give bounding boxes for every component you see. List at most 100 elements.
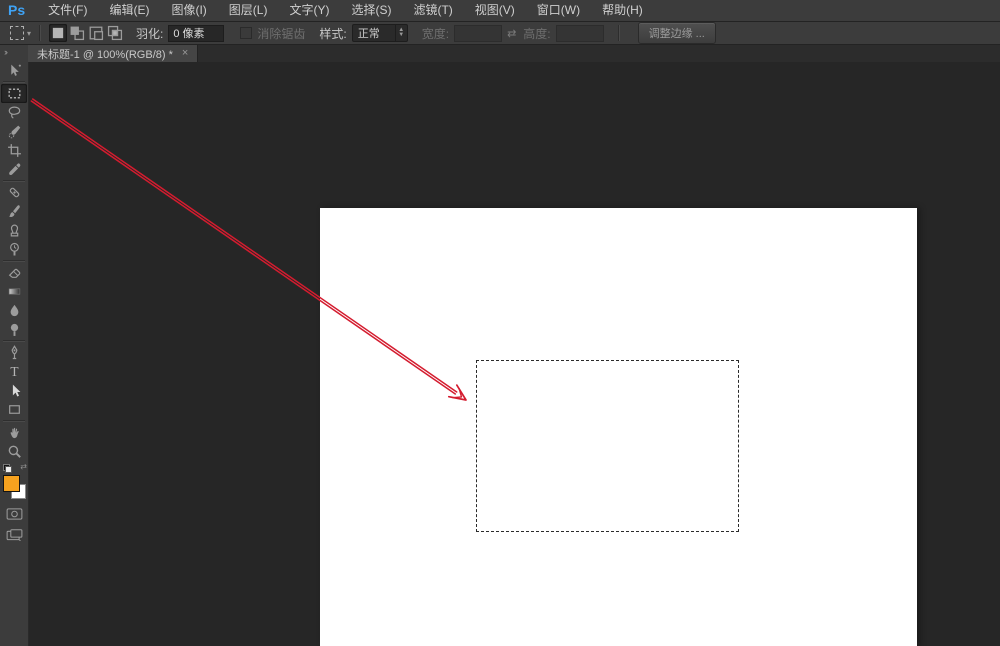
swap-colors-icon[interactable]: ⇄ xyxy=(20,462,27,471)
tool-gradient[interactable] xyxy=(1,282,27,301)
selection-mode-group xyxy=(49,24,124,42)
history-brush-icon xyxy=(7,242,22,257)
document-canvas[interactable] xyxy=(320,208,917,646)
subtract-from-selection-button[interactable] xyxy=(87,24,105,42)
menu-help[interactable]: 帮助(H) xyxy=(591,0,654,21)
quick-mask-button[interactable] xyxy=(1,505,27,523)
tool-rectangular-marquee[interactable] xyxy=(1,84,27,103)
foreground-color-swatch[interactable] xyxy=(3,475,20,492)
lasso-tool-icon xyxy=(7,105,22,120)
menu-image[interactable]: 图像(I) xyxy=(160,0,217,21)
tool-crop[interactable] xyxy=(1,141,27,160)
tool-options-bar: ▾ 羽化: 消除锯齿 样式: 正常 ▲▼ 宽度: ⇄ 高度: 调整边缘 ... xyxy=(0,22,1000,45)
color-control: ⇄ xyxy=(0,464,28,502)
style-dropdown[interactable]: 正常 ▲▼ xyxy=(352,24,408,42)
intersect-selection-icon xyxy=(106,24,124,42)
pen-tool-icon xyxy=(7,345,22,360)
intersect-selection-button[interactable] xyxy=(106,24,124,42)
antialias-checkbox[interactable] xyxy=(240,27,252,39)
crop-tool-icon xyxy=(7,143,22,158)
rectangle-shape-tool-icon xyxy=(7,402,22,417)
dodge-tool-icon xyxy=(7,322,22,337)
tool-lasso[interactable] xyxy=(1,103,27,122)
screen-mode-button[interactable] xyxy=(1,526,27,544)
menu-type[interactable]: 文字(Y) xyxy=(278,0,340,21)
add-to-selection-icon xyxy=(68,24,86,42)
add-to-selection-button[interactable] xyxy=(68,24,86,42)
quick-mask-icon xyxy=(6,508,23,520)
tools-divider xyxy=(3,81,25,83)
document-tab[interactable]: 未标题-1 @ 100%(RGB/8) * × xyxy=(28,45,198,62)
menu-window[interactable]: 窗口(W) xyxy=(526,0,591,21)
default-colors-icon[interactable] xyxy=(3,464,12,473)
menu-select[interactable]: 选择(S) xyxy=(340,0,402,21)
tool-spot-healing-brush[interactable] xyxy=(1,183,27,202)
tool-dodge[interactable] xyxy=(1,320,27,339)
width-label: 宽度: xyxy=(422,25,449,42)
tools-panel: ›› xyxy=(0,45,29,646)
close-icon[interactable]: × xyxy=(182,48,188,59)
new-selection-button[interactable] xyxy=(49,24,67,42)
brush-tool-icon xyxy=(7,204,22,219)
screen-mode-icon xyxy=(6,529,23,541)
width-input[interactable] xyxy=(454,25,502,42)
feather-label: 羽化: xyxy=(136,25,163,42)
menu-edit[interactable]: 编辑(E) xyxy=(98,0,160,21)
swap-dimensions-icon[interactable]: ⇄ xyxy=(507,27,516,40)
feather-input[interactable] xyxy=(168,25,224,42)
type-tool-icon: T xyxy=(7,364,22,379)
tool-blur[interactable] xyxy=(1,301,27,320)
tool-preset-picker[interactable]: ▾ xyxy=(10,26,31,40)
antialias-label: 消除锯齿 xyxy=(257,25,305,42)
height-label: 高度: xyxy=(523,25,550,42)
tool-quick-selection[interactable] xyxy=(1,122,27,141)
rectangular-marquee-icon xyxy=(7,86,22,101)
quick-selection-tool-icon xyxy=(7,124,22,139)
tools-divider xyxy=(3,340,25,342)
style-label: 样式: xyxy=(319,25,346,42)
tool-pen[interactable] xyxy=(1,343,27,362)
tools-divider xyxy=(3,180,25,182)
gradient-tool-icon xyxy=(7,284,22,299)
tool-hand[interactable] xyxy=(1,423,27,442)
subtract-from-selection-icon xyxy=(87,24,105,42)
move-tool-icon xyxy=(7,63,22,78)
tool-zoom[interactable] xyxy=(1,442,27,461)
tool-brush[interactable] xyxy=(1,202,27,221)
document-tab-title: 未标题-1 @ 100%(RGB/8) * xyxy=(37,46,173,62)
zoom-tool-icon xyxy=(7,444,22,459)
style-value: 正常 xyxy=(353,25,395,41)
refine-edge-button[interactable]: 调整边缘 ... xyxy=(638,22,716,44)
tool-path-selection[interactable] xyxy=(1,381,27,400)
options-separator xyxy=(618,25,620,41)
menu-filter[interactable]: 滤镜(T) xyxy=(402,0,463,21)
workspace xyxy=(28,62,1000,646)
height-input[interactable] xyxy=(556,25,604,42)
tool-eyedropper[interactable] xyxy=(1,160,27,179)
hand-tool-icon xyxy=(7,425,22,440)
spot-healing-brush-icon xyxy=(7,185,22,200)
options-separator xyxy=(39,25,41,41)
clone-stamp-icon xyxy=(7,223,22,238)
new-selection-icon xyxy=(49,24,67,42)
tool-eraser[interactable] xyxy=(1,263,27,282)
eraser-tool-icon xyxy=(7,265,22,280)
path-selection-tool-icon xyxy=(7,383,22,398)
menu-view[interactable]: 视图(V) xyxy=(464,0,526,21)
tool-type[interactable]: T xyxy=(1,362,27,381)
chevron-down-icon: ▾ xyxy=(27,29,31,38)
photoshop-logo: Ps xyxy=(0,0,37,21)
marquee-preset-icon xyxy=(10,26,24,40)
tools-divider xyxy=(3,260,25,262)
menu-layer[interactable]: 图层(L) xyxy=(218,0,279,21)
menu-file[interactable]: 文件(F) xyxy=(37,0,98,21)
marquee-selection[interactable] xyxy=(476,360,739,532)
stepper-arrows-icon: ▲▼ xyxy=(395,25,407,41)
blur-tool-icon xyxy=(7,303,22,318)
tool-history-brush[interactable] xyxy=(1,240,27,259)
tool-move[interactable] xyxy=(1,61,27,80)
tools-panel-collapse-button[interactable]: ›› xyxy=(0,45,28,61)
tool-clone-stamp[interactable] xyxy=(1,221,27,240)
tool-rectangle-shape[interactable] xyxy=(1,400,27,419)
eyedropper-tool-icon xyxy=(7,162,22,177)
